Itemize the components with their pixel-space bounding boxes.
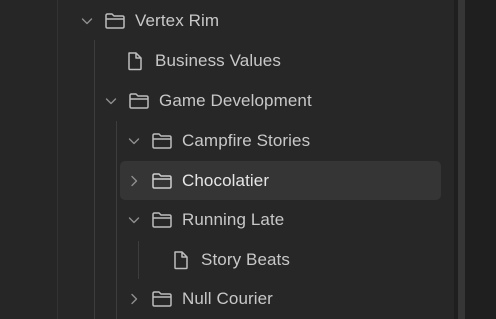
indent-guide — [116, 121, 117, 319]
tree-item-label: Chocolatier — [182, 170, 270, 190]
chevron-down-icon[interactable] — [104, 94, 118, 108]
tree-item-campfire-stories[interactable]: Campfire Stories — [127, 125, 440, 157]
chevron-right-icon[interactable] — [127, 174, 141, 188]
tree-item-game-development[interactable]: Game Development — [104, 85, 440, 117]
tree-item-null-courier[interactable]: Null Courier — [127, 283, 440, 315]
folder-tree: Vertex Rim Business Values Game Developm… — [0, 0, 458, 319]
tree-item-running-late[interactable]: Running Late — [127, 204, 440, 236]
file-icon — [170, 250, 192, 270]
file-icon — [124, 51, 146, 71]
tree-item-vertex-rim[interactable]: Vertex Rim — [80, 5, 440, 37]
indent-guide — [138, 241, 139, 279]
tree-item-label: Business Values — [155, 51, 281, 70]
tree-item-chocolatier[interactable]: Chocolatier — [120, 161, 441, 200]
folder-icon — [151, 171, 173, 191]
tree-item-label: Campfire Stories — [182, 131, 311, 150]
tree-item-label: Game Development — [159, 91, 312, 110]
folder-icon — [104, 11, 126, 31]
tree-item-label: Running Late — [182, 210, 285, 229]
folder-icon — [128, 91, 150, 111]
tree-item-business-values[interactable]: Business Values — [104, 45, 440, 77]
chevron-down-icon[interactable] — [127, 134, 141, 148]
scrollbar-thumb[interactable] — [458, 0, 465, 319]
tree-item-label: Vertex Rim — [135, 11, 220, 30]
chevron-down-icon[interactable] — [127, 213, 141, 227]
folder-icon — [151, 210, 173, 230]
file-explorer-panel: Vertex Rim Business Values Game Developm… — [0, 0, 496, 319]
tree-item-label: Story Beats — [201, 250, 290, 269]
tree-item-label: Null Courier — [182, 289, 273, 308]
chevron-right-icon[interactable] — [127, 292, 141, 306]
folder-icon — [151, 289, 173, 309]
folder-icon — [151, 131, 173, 151]
tree-item-story-beats[interactable]: Story Beats — [150, 244, 440, 276]
chevron-down-icon[interactable] — [80, 14, 94, 28]
indent-guide — [94, 40, 95, 319]
